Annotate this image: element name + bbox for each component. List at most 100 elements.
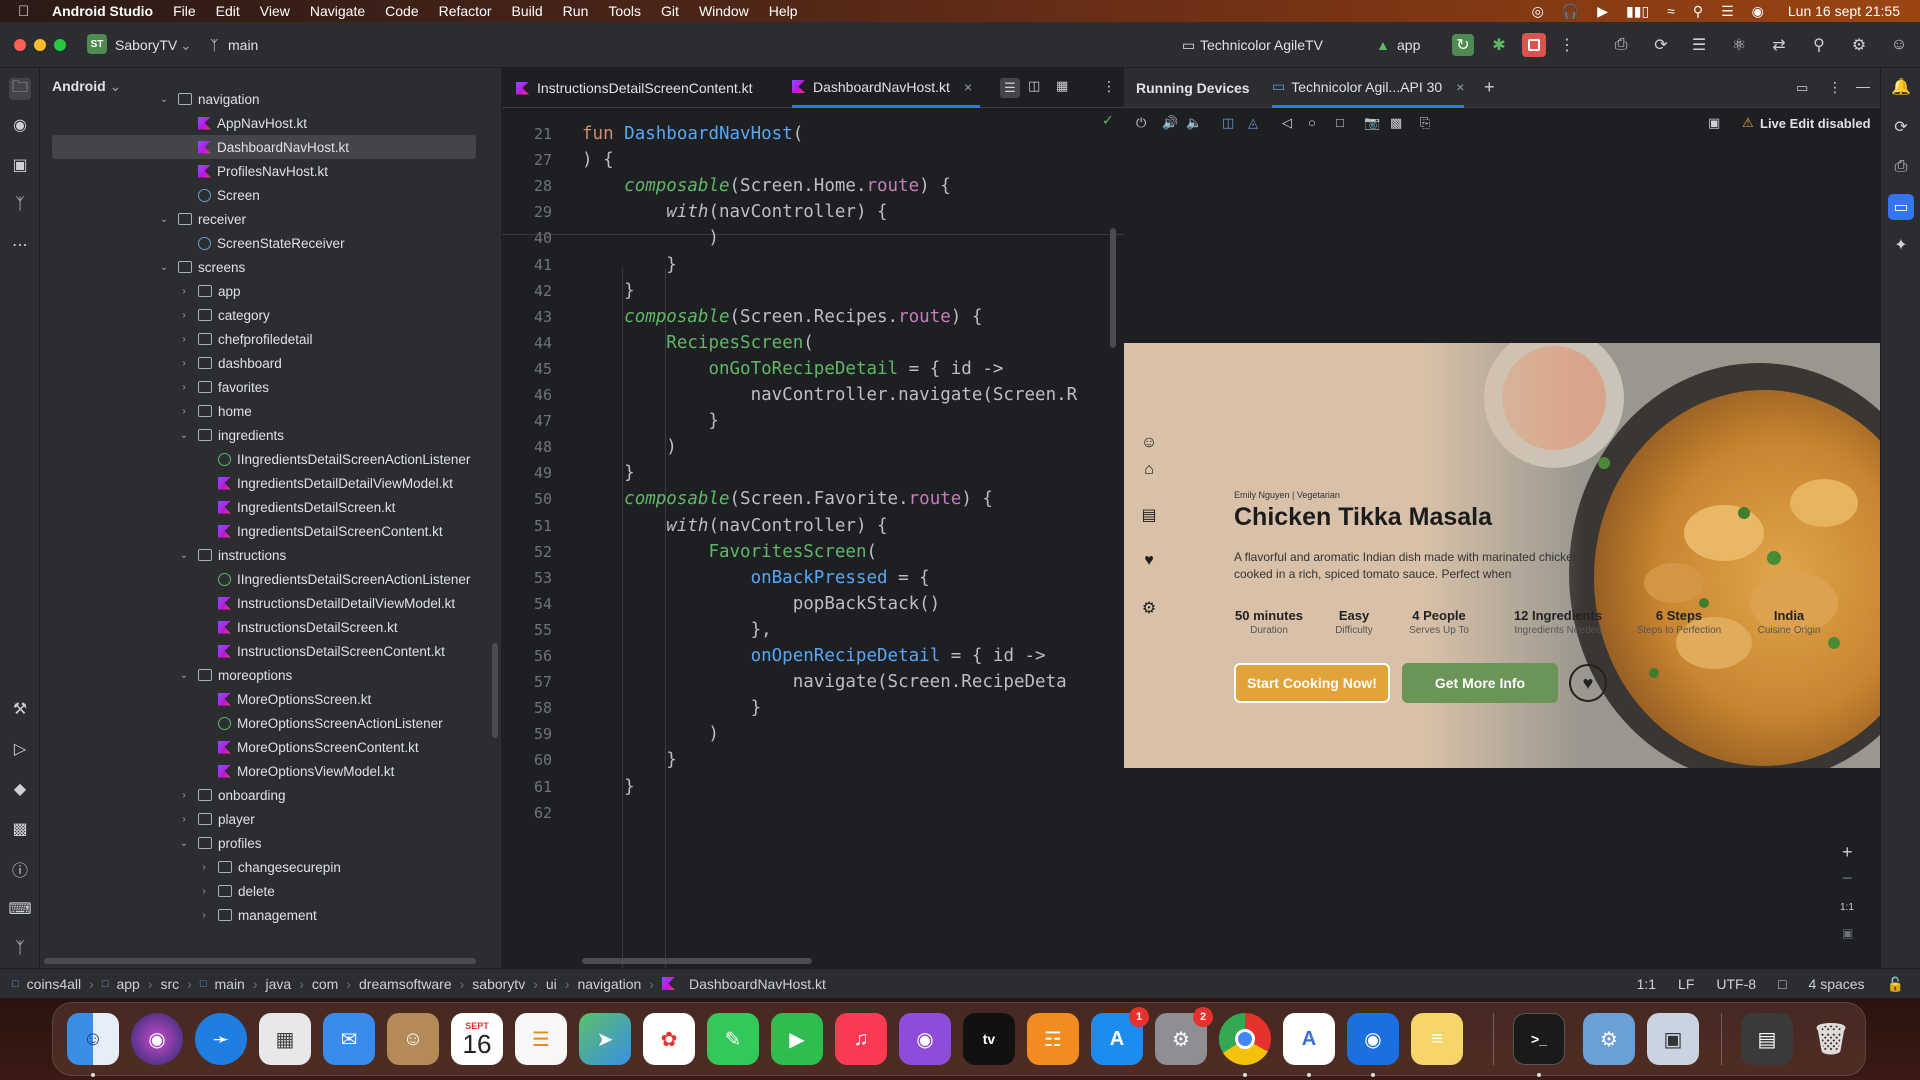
tree-folder[interactable]: › favorites [40,375,500,399]
chevron-right-icon[interactable]: › [178,286,190,297]
chevron-down-icon[interactable]: ⌄ [158,262,170,273]
device-screen[interactable]: ☺ ⌂ ▤ ♥ ⚙ Emily Nguyen | Vegetarian Chic… [1124,343,1880,768]
close-tab-icon[interactable]: × [1456,79,1464,95]
tree-file[interactable]: IIngredientsDetailScreenActionListener [40,567,500,591]
chevron-right-icon[interactable]: › [178,334,190,345]
menubar-app-name[interactable]: Android Studio [52,3,153,19]
tab-instructions-detail-content[interactable]: InstructionsDetailScreenContent.kt [516,68,753,108]
code-line[interactable]: ) [582,228,719,248]
menu-help[interactable]: Help [769,3,798,19]
tree-folder[interactable]: › delete [40,879,500,903]
device-selector[interactable]: Technicolor AgileTV [1200,37,1323,53]
wifi-icon[interactable]: ≈ [1667,3,1675,19]
volume-up-icon[interactable]: 🔊 [1162,115,1178,131]
breadcrumb-item[interactable]: app [116,976,139,992]
gradle-icon[interactable]: ⟳ [1890,116,1912,138]
tree-file[interactable]: InstructionsDetailScreenContent.kt [40,639,500,663]
code-line[interactable]: ) { [582,150,614,170]
tree-folder[interactable]: ⌄ profiles [40,831,500,855]
minimize-panel-icon[interactable]: — [1856,78,1870,94]
chevron-right-icon[interactable]: › [178,814,190,825]
tab-more-icon[interactable]: ⋮ [1102,78,1116,95]
code-line[interactable]: RecipesScreen( [582,333,814,353]
code-line[interactable]: ) [582,724,719,744]
tree-folder[interactable]: › app [40,279,500,303]
rotate-right-icon[interactable]: ◬ [1248,115,1258,131]
mirror-settings-icon[interactable]: ▣ [1708,115,1720,131]
gemini-icon[interactable]: ✦ [1890,234,1912,256]
power-icon[interactable]: ⏻ [1136,115,1146,131]
chevron-right-icon[interactable]: › [178,406,190,417]
pull-requests-icon[interactable]: ᛉ [9,194,31,216]
close-tab-icon[interactable]: × [964,79,972,95]
breadcrumb-item[interactable]: navigation [577,976,641,992]
chevron-down-icon[interactable]: ⌄ [180,37,192,54]
app-store-icon[interactable]: A1 [1091,1007,1149,1065]
breadcrumb-item[interactable]: DashboardNavHost.kt [689,976,826,992]
breadcrumb-item[interactable]: saborytv [472,976,525,992]
notes-icon[interactable]: ≡ [1411,1013,1463,1065]
mail-icon[interactable]: ✉ [323,1013,375,1065]
sync-icon[interactable]: ⇄ [1768,34,1790,56]
more-actions-icon[interactable]: ⋮ [1556,34,1578,56]
code-line[interactable]: onBackPressed = { [582,568,930,588]
tree-file[interactable]: InstructionsDetailDetailViewModel.kt [40,591,500,615]
tree-folder[interactable]: › player [40,807,500,831]
chevron-right-icon[interactable]: › [198,886,210,897]
chevron-down-icon[interactable]: ⌄ [178,550,190,561]
chevron-down-icon[interactable]: ⌄ [178,430,190,441]
menu-tools[interactable]: Tools [608,3,641,19]
logcat-icon[interactable]: ▩ [9,818,31,840]
app-quality-icon[interactable]: ⚛ [1728,34,1750,56]
code-line[interactable]: popBackStack() [582,594,941,614]
back-icon[interactable]: ◁ [1282,115,1292,131]
spotlight-icon[interactable]: ⚲ [1693,3,1703,20]
safari-icon[interactable]: ➛ [195,1013,247,1065]
code-view-icon[interactable]: ☰ [1000,78,1020,98]
tree-scrollbar[interactable] [492,643,498,738]
tree-file[interactable]: IngredientsDetailScreenContent.kt [40,519,500,543]
tree-file[interactable]: DashboardNavHost.kt [52,135,476,159]
breadcrumb-item[interactable]: ui [546,976,557,992]
live-edit-status[interactable]: Live Edit disabled [1760,116,1871,131]
maps-icon[interactable]: ➤ [579,1013,631,1065]
stop-button[interactable] [1522,33,1546,57]
resource-manager-icon[interactable]: ▣ [9,154,31,176]
zoom-in-icon[interactable]: + [1842,842,1853,863]
code-line[interactable]: }, [582,620,772,640]
code-line[interactable]: navigate(Screen.RecipeDeta [582,672,1067,692]
code-line[interactable]: ) [582,437,677,457]
zoom-out-icon[interactable]: − [1842,868,1853,889]
location-app-icon[interactable]: ◉ [1347,1013,1399,1065]
tree-file[interactable]: IIngredientsDetailScreenActionListener [40,447,500,471]
tree-horizontal-scrollbar[interactable] [44,958,476,964]
code-line[interactable]: } [582,281,635,301]
facetime-icon[interactable]: ▶ [771,1013,823,1065]
breadcrumb-item[interactable]: java [266,976,292,992]
system-settings-icon[interactable]: ⚙ 2 [1155,1007,1213,1065]
device-explorer-icon[interactable]: ⎙ [1890,156,1912,178]
tree-file[interactable]: Screen [40,183,500,207]
panel-more-icon[interactable]: ⋮ [1828,79,1842,96]
siri-icon[interactable]: ◉ [131,1013,183,1065]
tree-folder[interactable]: ⌄ ingredients [40,423,500,447]
account-icon[interactable]: ☺ [1888,34,1910,56]
inspection-ok-icon[interactable]: ✓ [1102,112,1114,129]
line-separator[interactable]: LF [1678,976,1694,992]
menu-git[interactable]: Git [661,3,679,19]
breadcrumb-item[interactable]: src [161,976,180,992]
home-icon[interactable]: ○ [1308,115,1316,130]
menu-build[interactable]: Build [512,3,543,19]
code-line[interactable]: onGoToRecipeDetail = { id -> [582,359,1003,379]
chevron-down-icon[interactable]: ⌄ [158,214,170,225]
code-line[interactable]: FavoritesScreen( [582,542,877,562]
code-line[interactable]: fun DashboardNavHost( [582,124,803,144]
breadcrumb-item[interactable]: main [215,976,245,992]
trash-icon[interactable]: 🗑 [1805,1013,1857,1065]
battery-icon[interactable]: ▮▮▯ [1626,3,1649,20]
terminal-icon[interactable]: ⌨ [8,898,31,920]
zoom-actual-size[interactable]: 1:1 [1840,902,1854,913]
reminders-icon[interactable]: ☰ [515,1013,567,1065]
editor-horizontal-scrollbar[interactable] [582,958,812,964]
chevron-down-icon[interactable]: ⌄ [178,670,190,681]
